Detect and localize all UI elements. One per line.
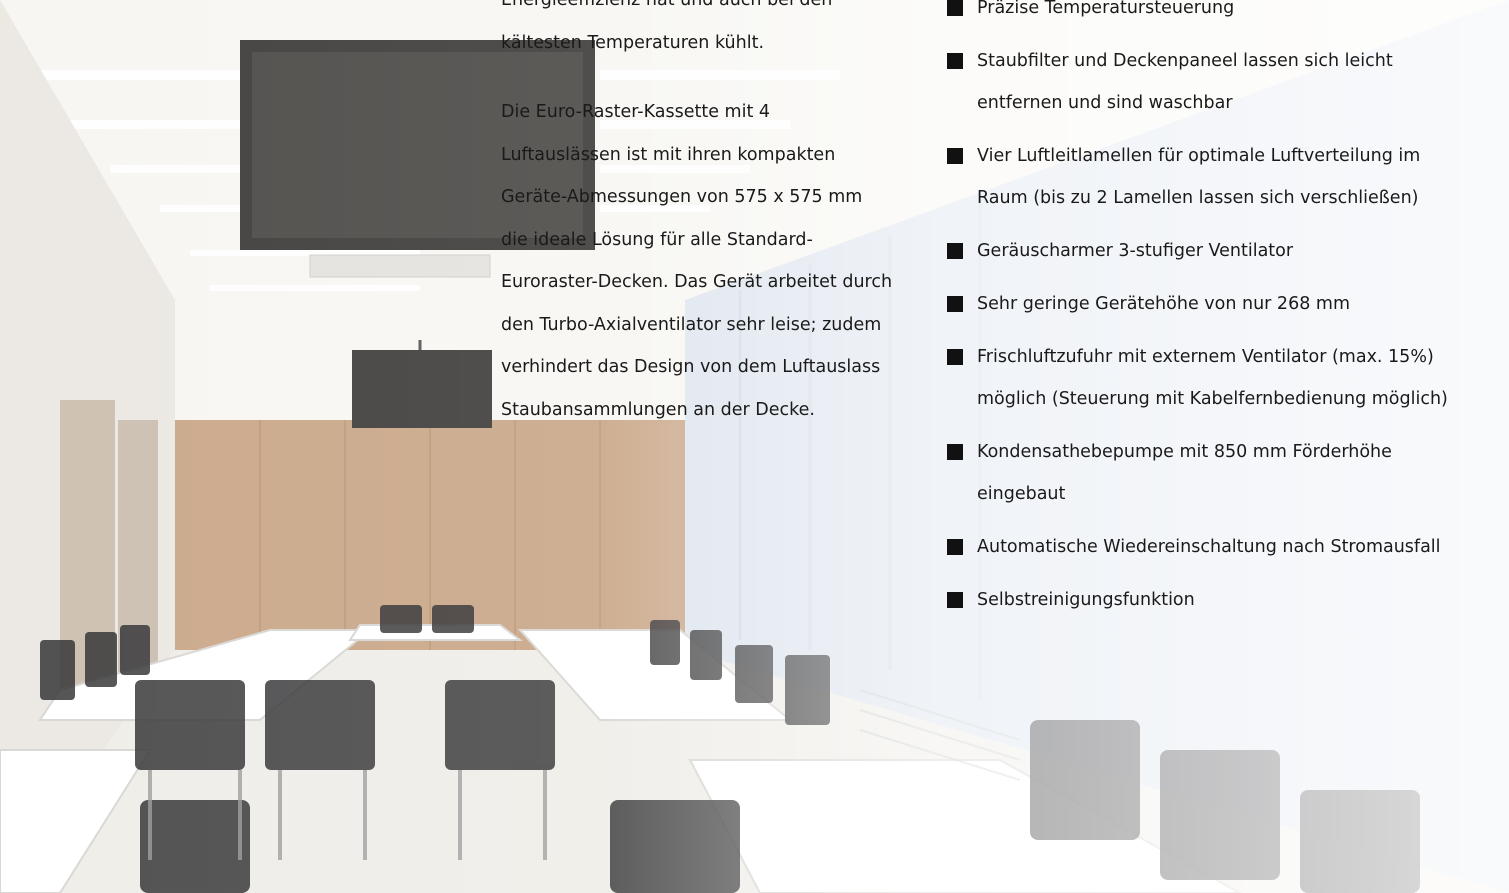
description-line: die ideale Lösung für alle Standard- xyxy=(501,229,813,250)
feature-text: Präzise Temperatursteuerung xyxy=(977,0,1235,18)
feature-text: Geräuscharmer 3-stufiger Ventilator xyxy=(977,241,1294,261)
feature-item: Kondensathebepumpe mit 850 mm Förderhöhe… xyxy=(945,431,1485,515)
description-line: Geräte-Abmessungen von 575 x 575 mm xyxy=(501,187,863,207)
square-bullet-icon xyxy=(947,0,963,16)
description-paragraph-2: Die Euro-Raster-Kassette mit 4 Luftauslä… xyxy=(501,91,911,431)
feature-text: Sehr geringe Gerätehöhe von nur 268 mm xyxy=(977,294,1350,314)
square-bullet-icon xyxy=(947,349,963,365)
feature-item: Sehr geringe Gerätehöhe von nur 268 mm xyxy=(945,283,1485,325)
feature-text: Vier Luftleitlamellen für optimale Luftv… xyxy=(977,146,1421,166)
description-line: Staubansammlungen an der Decke. xyxy=(501,399,815,420)
feature-item: Vier Luftleitlamellen für optimale Luftv… xyxy=(945,135,1485,219)
description-line: Die Euro-Raster-Kassette mit 4 xyxy=(501,102,771,122)
feature-text: entfernen und sind waschbar xyxy=(977,93,1233,113)
square-bullet-icon xyxy=(947,444,963,460)
feature-text: Frischluftzufuhr mit externem Ventilator… xyxy=(977,347,1434,367)
product-description: Energieeffizienz hat und auch bei den kä… xyxy=(501,0,911,458)
square-bullet-icon xyxy=(947,539,963,555)
feature-text: Staubfilter und Deckenpaneel lassen sich… xyxy=(977,51,1393,71)
feature-text: Automatische Wiedereinschaltung nach Str… xyxy=(977,537,1441,557)
square-bullet-icon xyxy=(947,53,963,69)
feature-item: Selbstreinigungsfunktion xyxy=(945,579,1485,621)
feature-text: Kondensathebepumpe mit 850 mm Förderhöhe xyxy=(977,442,1392,462)
description-line: Euroraster-Decken. Das Gerät arbeitet du… xyxy=(501,272,893,292)
feature-item: Frischluftzufuhr mit externem Ventilator… xyxy=(945,336,1485,420)
description-paragraph-1: Energieeffizienz hat und auch bei den kä… xyxy=(501,0,911,64)
description-line: verhindert das Design von dem Luftauslas… xyxy=(501,357,881,377)
description-line: den Turbo-Axialventilator sehr leise; zu… xyxy=(501,314,882,335)
feature-item: Staubfilter und Deckenpaneel lassen sich… xyxy=(945,40,1485,124)
feature-text: eingebaut xyxy=(977,484,1066,504)
square-bullet-icon xyxy=(947,296,963,312)
feature-item: Geräuscharmer 3-stufiger Ventilator xyxy=(945,230,1485,272)
square-bullet-icon xyxy=(947,592,963,608)
feature-text: Raum (bis zu 2 Lamellen lassen sich vers… xyxy=(977,188,1419,208)
description-line: Energieeffizienz hat und auch bei den xyxy=(501,0,833,10)
description-line: Luftauslässen ist mit ihren kompakten xyxy=(501,144,836,165)
feature-text: Selbstreinigungsfunktion xyxy=(977,590,1195,610)
description-line: kältesten Temperaturen kühlt. xyxy=(501,32,765,53)
square-bullet-icon xyxy=(947,148,963,164)
square-bullet-icon xyxy=(947,243,963,259)
feature-item: Präzise Temperatursteuerung xyxy=(945,0,1485,29)
feature-text: möglich (Steuerung mit Kabelfernbedienun… xyxy=(977,389,1448,409)
feature-list: Präzise Temperatursteuerung Staubfilter … xyxy=(945,0,1485,632)
feature-item: Automatische Wiedereinschaltung nach Str… xyxy=(945,526,1485,568)
